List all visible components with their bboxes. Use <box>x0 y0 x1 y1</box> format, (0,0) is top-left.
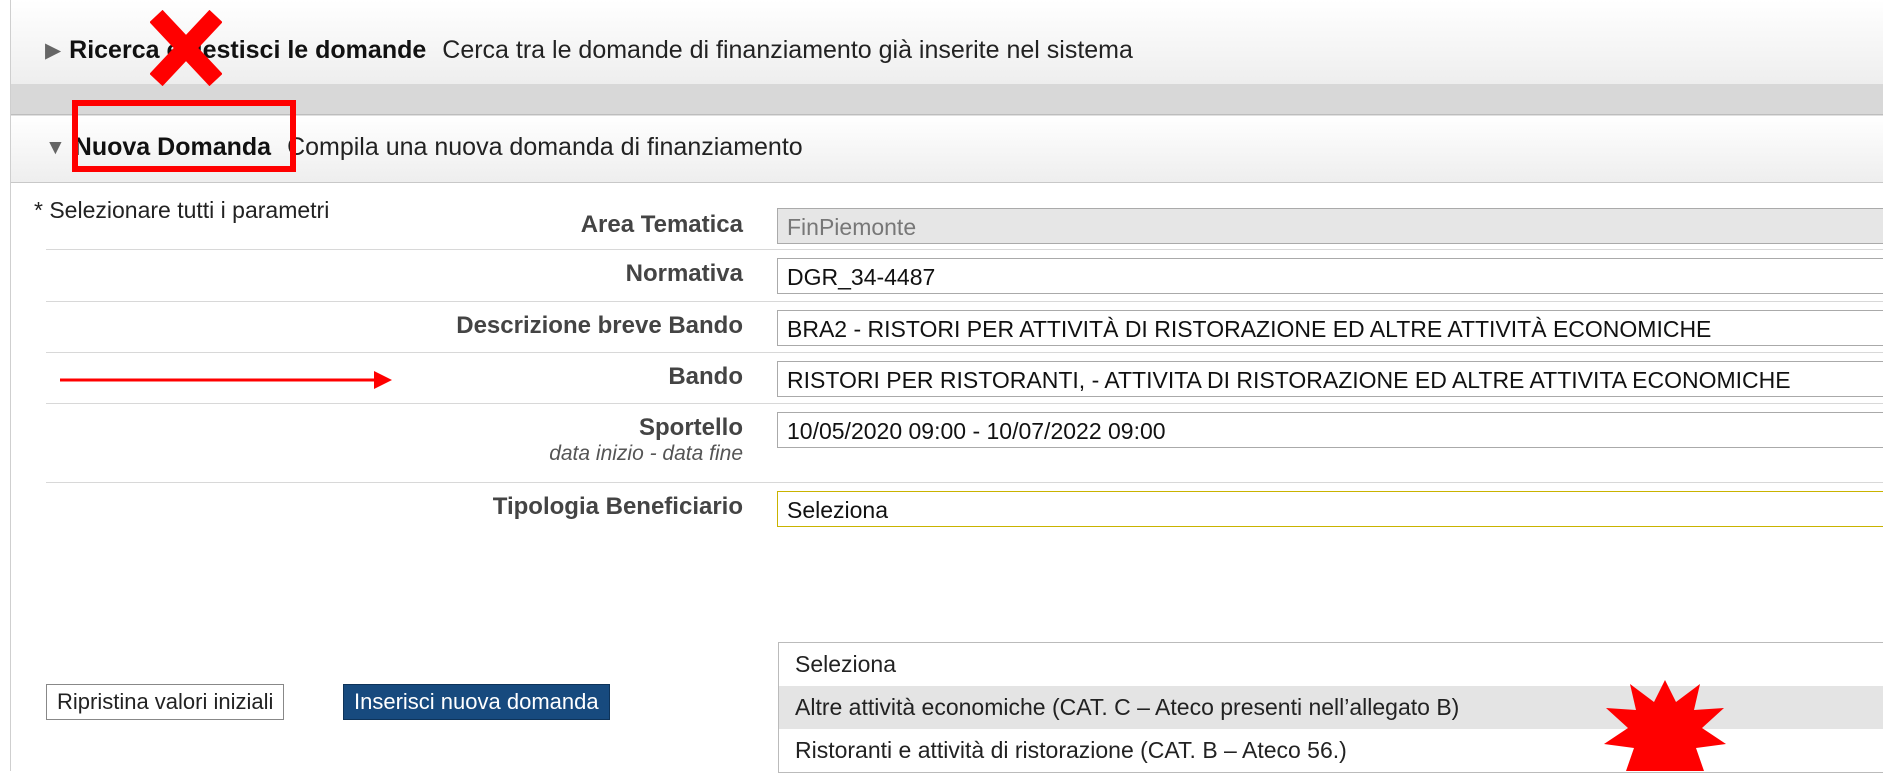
form-row-normativa: Normativa DGR_34-4487 <box>46 250 1883 302</box>
triangle-down-icon: ▼ <box>45 135 66 159</box>
accordion-search-header[interactable]: ▶ Ricerca e gestisci le domande Cerca tr… <box>11 0 1883 85</box>
label-sportello: Sportello <box>638 414 743 441</box>
accordion-search-description: Cerca tra le domande di finanziamento gi… <box>442 36 1133 64</box>
label-area-tematica: Area Tematica <box>580 211 743 238</box>
label-descrizione-bando: Descrizione breve Bando <box>456 312 743 339</box>
form-row-sportello: Sportello data inizio - data fine 10/05/… <box>46 404 1883 483</box>
label-bando: Bando <box>668 363 743 390</box>
label-tipologia-beneficiario: Tipologia Beneficiario <box>492 493 743 520</box>
accordion-new-description: Compila una nuova domanda di finanziamen… <box>287 133 803 161</box>
label-normativa: Normativa <box>625 260 743 287</box>
sublabel-sportello: data inizio - data fine <box>549 442 743 465</box>
form-row-area: Area Tematica FinPiemonte <box>46 203 1883 250</box>
red-x-annotation-icon <box>150 10 222 86</box>
select-descrizione-bando[interactable]: BRA2 - RISTORI PER ATTIVITÀ DI RISTORAZI… <box>777 310 1883 346</box>
accordion-search-title: Ricerca e gestisci le domande <box>69 36 427 64</box>
select-bando[interactable]: RISTORI PER RISTORANTI, - ATTIVITA DI RI… <box>777 361 1883 397</box>
triangle-right-icon: ▶ <box>45 39 62 62</box>
insert-new-application-button[interactable]: Inserisci nuova domanda <box>343 684 610 720</box>
select-sportello[interactable]: 10/05/2020 09:00 - 10/07/2022 09:00 <box>777 412 1883 448</box>
select-tipologia-beneficiario[interactable]: Seleziona <box>777 491 1883 527</box>
red-box-annotation <box>72 100 296 172</box>
red-starburst-annotation-icon <box>1604 680 1726 771</box>
reset-button[interactable]: Ripristina valori iniziali <box>46 684 285 720</box>
select-normativa[interactable]: DGR_34-4487 <box>777 258 1883 294</box>
select-area-tematica[interactable]: FinPiemonte <box>777 208 1883 244</box>
form-row-descrizione: Descrizione breve Bando BRA2 - RISTORI P… <box>46 302 1883 353</box>
form-row-tipologia: Tipologia Beneficiario Seleziona <box>46 483 1883 533</box>
red-arrow-annotation-icon <box>60 371 392 389</box>
